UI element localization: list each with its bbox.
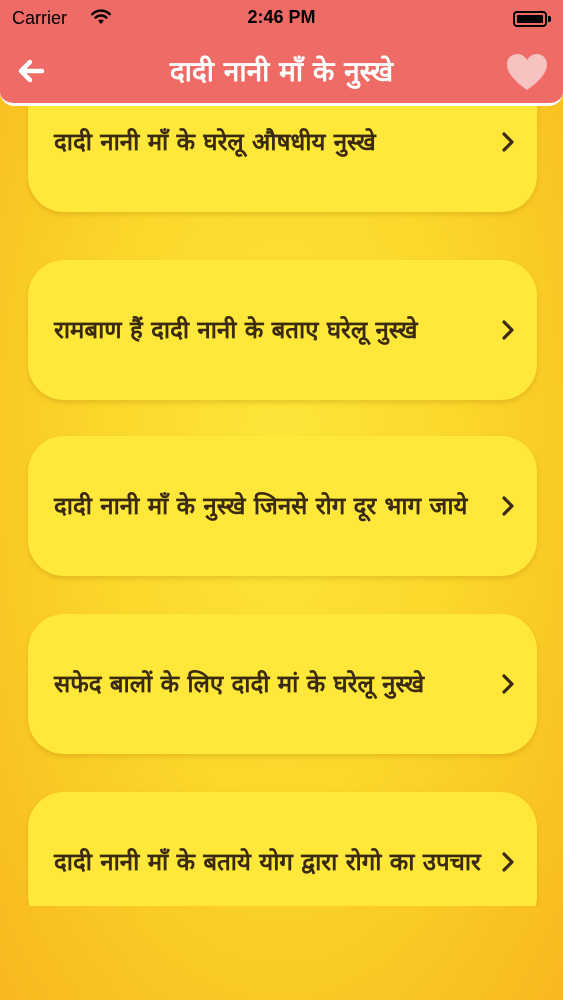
chevron-right-icon bbox=[502, 674, 514, 694]
list-item-label: दादी नानी माँ के नुस्खे जिनसे रोग दूर भा… bbox=[54, 492, 468, 520]
list-item[interactable]: दादी नानी माँ के नुस्खे जिनसे रोग दूर भा… bbox=[28, 436, 537, 576]
arrow-left-icon[interactable] bbox=[14, 54, 48, 88]
heart-icon[interactable] bbox=[505, 52, 549, 92]
page-title: दादी नानी माँ के नुस्खे bbox=[169, 55, 394, 88]
chevron-right-icon bbox=[502, 496, 514, 516]
list-item-label: रामबाण हैं दादी नानी के बताए घरेलू नुस्ख… bbox=[54, 316, 418, 344]
list-item-label: दादी नानी माँ के बताये योग द्वारा रोगो क… bbox=[54, 848, 481, 876]
list-item[interactable]: सफेद बालों के लिए दादी मां के घरेलू नुस्… bbox=[28, 614, 537, 754]
status-bar: Carrier 2:46 PM bbox=[0, 0, 563, 38]
remedy-list: दादी नानी माँ के घरेलू औषधीय नुस्खे रामब… bbox=[0, 106, 563, 906]
status-time: 2:46 PM bbox=[247, 7, 316, 27]
list-item[interactable]: रामबाण हैं दादी नानी के बताए घरेलू नुस्ख… bbox=[28, 260, 537, 400]
list-item-label: सफेद बालों के लिए दादी मां के घरेलू नुस्… bbox=[54, 670, 425, 698]
list-item[interactable]: दादी नानी माँ के घरेलू औषधीय नुस्खे bbox=[28, 106, 537, 212]
battery-icon bbox=[513, 11, 551, 27]
chevron-right-icon bbox=[502, 852, 514, 872]
chevron-right-icon bbox=[502, 320, 514, 340]
list-item[interactable]: दादी नानी माँ के बताये योग द्वारा रोगो क… bbox=[28, 792, 537, 906]
list-item-label: दादी नानी माँ के घरेलू औषधीय नुस्खे bbox=[54, 128, 376, 156]
chevron-right-icon bbox=[502, 132, 514, 152]
nav-bar: दादी नानी माँ के नुस्खे bbox=[0, 38, 563, 106]
